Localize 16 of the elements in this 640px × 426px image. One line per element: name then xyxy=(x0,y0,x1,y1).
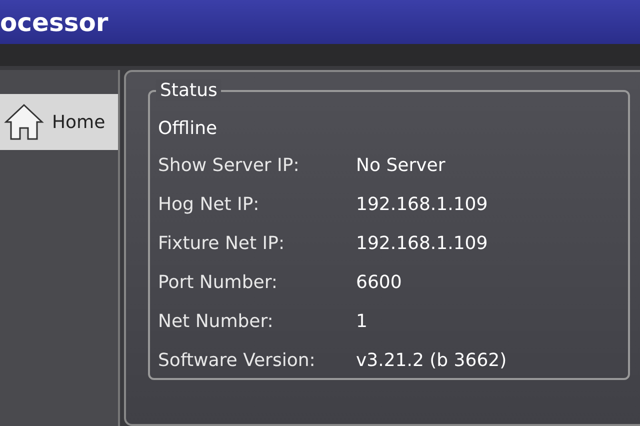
field-value: 192.168.1.109 xyxy=(356,194,488,217)
field-label: Port Number: xyxy=(158,272,278,295)
field-label: Hog Net IP: xyxy=(158,194,260,217)
field-value: No Server xyxy=(356,155,446,178)
field-label: Fixture Net IP: xyxy=(158,233,286,256)
field-value: 6600 xyxy=(356,272,402,295)
field-label: Show Server IP: xyxy=(158,155,300,178)
home-tab[interactable]: Home xyxy=(0,94,118,150)
house-icon xyxy=(4,102,44,142)
status-text: Offline xyxy=(158,118,218,139)
field-value: 192.168.1.109 xyxy=(356,233,488,256)
field-value: v3.21.2 (b 3662) xyxy=(356,350,507,373)
field-label: Net Number: xyxy=(158,311,274,334)
window-title: ocessor xyxy=(0,8,108,36)
field-label: Software Version: xyxy=(158,350,316,373)
field-value: 1 xyxy=(356,311,368,334)
